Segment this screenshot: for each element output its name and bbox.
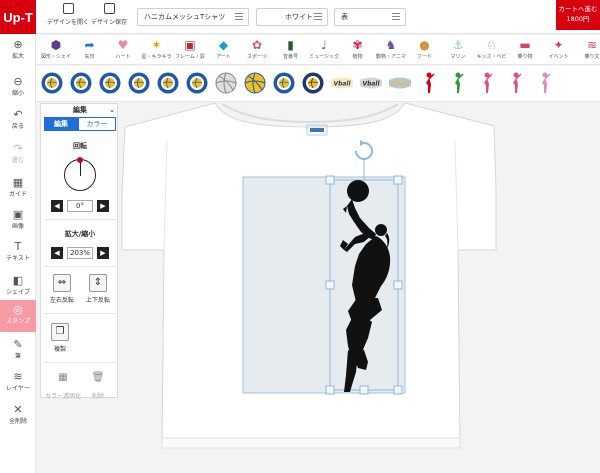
resize-handle[interactable] xyxy=(325,385,335,395)
resize-handle[interactable] xyxy=(359,385,369,395)
tshirt-hem xyxy=(161,437,461,449)
resize-handle[interactable] xyxy=(393,385,403,395)
resize-handle[interactable] xyxy=(325,280,335,290)
tshirt-collar xyxy=(221,103,399,124)
resize-handle[interactable] xyxy=(393,280,403,290)
resize-handle[interactable] xyxy=(325,175,335,185)
design-canvas xyxy=(121,102,497,449)
neck-label-text xyxy=(310,128,324,132)
resize-handle[interactable] xyxy=(393,175,403,185)
